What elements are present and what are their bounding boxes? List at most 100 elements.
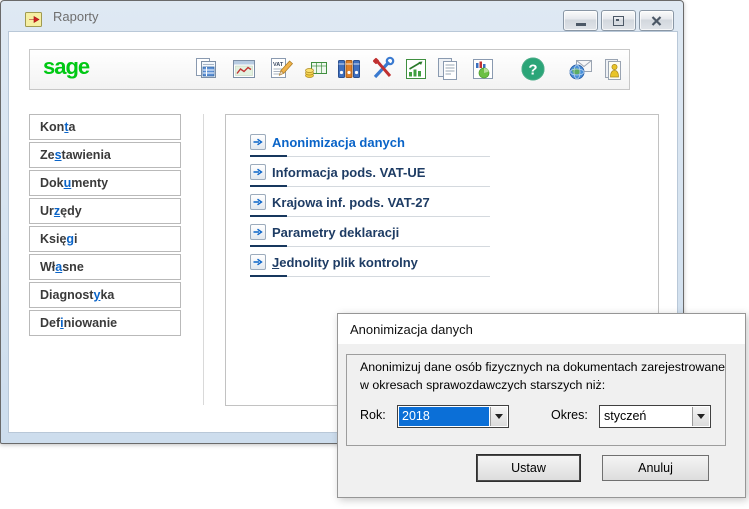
personal-data-button[interactable] (600, 56, 626, 82)
arrow-icon (250, 254, 266, 270)
sidebar-item-definiowanie[interactable]: Definiowanie (29, 310, 181, 336)
finance-table-button[interactable] (303, 56, 329, 82)
send-online-button[interactable] (568, 56, 594, 82)
label-part: Def (40, 316, 60, 330)
year-value: 2018 (399, 407, 489, 426)
documents-button[interactable] (435, 56, 461, 82)
link-label: Informacja pods. VAT-UE (272, 165, 425, 180)
dialog-description-line1: Anonimizuj dane osób fizycznych na dokum… (360, 360, 725, 374)
maximize-button[interactable] (601, 10, 636, 31)
link-label: Anonimizacja danych (272, 135, 405, 150)
globe-mail-icon (568, 56, 594, 82)
binders-icon (336, 56, 362, 82)
period-dropdown-button[interactable] (692, 407, 709, 426)
arrow-icon (250, 224, 266, 240)
link-parametry-deklaracji[interactable]: Parametry deklaracji (250, 224, 510, 252)
year-combobox[interactable]: 2018 (397, 405, 509, 428)
close-icon (651, 16, 662, 26)
label-part: menty (71, 176, 108, 190)
sidebar-item-zestawienia[interactable]: Zestawienia (29, 142, 181, 168)
documents-copy-icon (435, 56, 461, 82)
cancel-button[interactable]: Anuluj (602, 455, 709, 481)
minimize-button[interactable] (563, 10, 598, 31)
title-bar[interactable]: Raporty (1, 1, 683, 31)
link-anonimizacja-danych[interactable]: Anonimizacja danych (250, 134, 510, 162)
help-button[interactable]: ? (520, 56, 546, 82)
period-value: styczeń (601, 407, 691, 426)
period-label: Okres: (551, 408, 588, 422)
sidebar-item-urzedy[interactable]: Urzędy (29, 198, 181, 224)
label-part: Ze (40, 148, 55, 162)
label-part: Krajowa inf. pods. VAT-27 (272, 195, 430, 210)
chart-report-button[interactable] (231, 56, 257, 82)
svg-text:VAT: VAT (273, 62, 284, 68)
chart-pie-icon (470, 56, 496, 82)
label-part: Parametry deklaracji (272, 225, 399, 240)
vat-declaration-icon: VAT (268, 56, 294, 82)
chart-pie-button[interactable] (470, 56, 496, 82)
label-part: ędy (60, 204, 82, 218)
year-dropdown-button[interactable] (490, 407, 507, 426)
tools-button[interactable] (370, 56, 396, 82)
label-part: Dok (40, 176, 64, 190)
finance-table-icon (303, 56, 329, 82)
label-part: a (68, 120, 75, 134)
sidebar-item-konta[interactable]: Konta (29, 114, 181, 140)
vat-declaration-button[interactable]: VAT (268, 56, 294, 82)
label-part: Informacja pods. VAT-UE (272, 165, 425, 180)
dialog-description-line2: w okresach sprawozdawczych starszych niż… (360, 378, 605, 392)
arrow-icon (250, 134, 266, 150)
anonimizacja-dialog: Anonimizacja danych Anonimizuj dane osób… (337, 313, 746, 498)
label-part: Księ (40, 232, 66, 246)
label-part: ednolity plik kontrolny (279, 255, 418, 270)
analysis-chart-icon (403, 56, 429, 82)
link-krajowa-inf-pods-vat-27[interactable]: Krajowa inf. pods. VAT-27 (250, 194, 510, 222)
link-informacja-pods-vat-ue[interactable]: Informacja pods. VAT-UE (250, 164, 510, 192)
reports-stack-icon (193, 56, 219, 82)
link-underline (250, 215, 490, 217)
label-part: Diagnost (40, 288, 93, 302)
sidebar-separator (203, 114, 204, 405)
help-icon: ? (520, 56, 546, 82)
label-part: Ur (40, 204, 54, 218)
window-title: Raporty (53, 9, 99, 24)
link-underline (250, 245, 490, 247)
label-part: sne (62, 260, 84, 274)
label-part: Kon (40, 120, 64, 134)
dialog-title-bar[interactable]: Anonimizacja danych (338, 314, 745, 344)
link-jednolity-plik-kontrolny[interactable]: Jednolity plik kontrolny (250, 254, 510, 282)
tools-icon (370, 56, 396, 82)
label-part: niowanie (64, 316, 117, 330)
sidebar-item-dokumenty[interactable]: Dokumenty (29, 170, 181, 196)
period-combobox[interactable]: styczeń (599, 405, 711, 428)
minimize-icon (576, 23, 586, 26)
person-card-icon (600, 56, 626, 82)
link-label: Krajowa inf. pods. VAT-27 (272, 195, 430, 210)
link-underline (250, 155, 490, 157)
link-underline (250, 185, 490, 187)
sidebar-item-ksiegi[interactable]: Księgi (29, 226, 181, 252)
link-underline (250, 275, 490, 277)
dialog-groupbox: Anonimizuj dane osób fizycznych na dokum… (346, 354, 726, 446)
close-button[interactable] (639, 10, 674, 31)
arrow-icon (250, 164, 266, 180)
svg-text:?: ? (528, 62, 537, 79)
binders-button[interactable] (336, 56, 362, 82)
accel-letter: g (66, 232, 74, 246)
label-part: tawienia (62, 148, 111, 162)
app-icon (25, 12, 42, 27)
reports-button[interactable] (193, 56, 219, 82)
sidebar-item-diagnostyka[interactable]: Diagnostyka (29, 282, 181, 308)
set-button[interactable]: Ustaw (477, 455, 580, 481)
arrow-icon (250, 194, 266, 210)
analysis-button[interactable] (403, 56, 429, 82)
label-part: i (74, 232, 77, 246)
window-controls (563, 10, 674, 31)
year-label: Rok: (360, 408, 386, 422)
maximize-icon (613, 16, 624, 26)
accel-letter: s (55, 148, 62, 162)
chevron-down-icon (697, 414, 705, 419)
sidebar-item-wlasne[interactable]: Własne (29, 254, 181, 280)
link-label: Jednolity plik kontrolny (272, 255, 418, 270)
dialog-title: Anonimizacja danych (350, 322, 473, 337)
